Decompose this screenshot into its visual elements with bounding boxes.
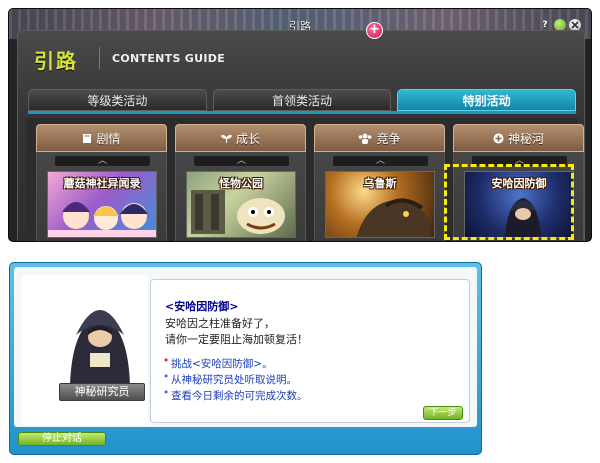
dialog-background: 神秘研究员 <安哈因防御> 安哈因之柱准备好了， 请你一定要阻止海加顿复活！ 挑… [14, 267, 477, 427]
npc-name-plate: 神秘研究员 [59, 383, 145, 401]
tab-underline [28, 111, 576, 114]
card-story: 剧情 ︿ 蘑菇神社异闻录 [36, 124, 167, 241]
collapse-arrow-icon[interactable]: ︿ [333, 156, 428, 166]
guide-header: 引路 CONTENTS GUIDE [18, 31, 584, 81]
npc-dialog: 神秘研究员 <安哈因防御> 安哈因之柱准备好了， 请你一定要阻止海加顿复活！ 挑… [9, 262, 482, 455]
card-mystic-river-label: 神秘河 [507, 131, 544, 146]
dialog-text-box: <安哈因防御> 安哈因之柱准备好了， 请你一定要阻止海加顿复活！ 挑战<安哈因防… [150, 279, 470, 423]
collapse-arrow-icon[interactable]: ︿ [55, 156, 150, 166]
guide-title-en: CONTENTS GUIDE [112, 52, 226, 65]
next-button[interactable]: 下一步 [423, 406, 463, 420]
selected-card-highlight [444, 164, 574, 240]
card-story-header[interactable]: 剧情 [36, 124, 167, 152]
end-chat-button[interactable]: 停止对话 [18, 432, 106, 446]
card-competition-header[interactable]: 竞争 [314, 124, 445, 152]
option-explanation[interactable]: 从神秘研究员处听取说明。 [163, 371, 297, 387]
plus-circle-icon [493, 133, 504, 143]
collapse-arrow-icon[interactable]: ︿ [194, 156, 289, 166]
npc-portrait-icon [70, 310, 130, 385]
card-growth-body: ︿ 怪物公园 [175, 152, 306, 241]
group-icon [359, 133, 372, 144]
tab-special-activities[interactable]: 特别活动 [397, 89, 577, 111]
thumbnail-ulus[interactable]: 乌鲁斯 [325, 171, 435, 238]
card-competition-body: ︿ 乌鲁斯 [314, 152, 445, 241]
card-story-label: 剧情 [96, 131, 121, 146]
card-mystic-river-header[interactable]: 神秘河 [453, 124, 584, 152]
card-competition: 竞争 ︿ 乌鲁斯 [314, 124, 445, 241]
tab-level-activities[interactable]: 等级类活动 [28, 89, 207, 111]
tab-boss-activities[interactable]: 首领类活动 [212, 89, 392, 111]
card-growth: 成长 ︿ 怪物公园 [175, 124, 306, 241]
npc-portrait-area: 神秘研究员 [22, 275, 148, 425]
thumb-title-mushroom-shrine: 蘑菇神社异闻录 [63, 177, 141, 190]
thumbnail-mushroom-shrine[interactable]: 蘑菇神社异闻录 [47, 171, 157, 238]
option-remaining-count[interactable]: 查看今日剩余的可完成次数。 [163, 387, 307, 403]
thumb-title-ulus: 乌鲁斯 [363, 177, 397, 190]
category-tabs: 等级类活动 首领类活动 特别活动 [28, 89, 577, 111]
card-story-body: ︿ 蘑菇神社异闻录 [36, 152, 167, 241]
thumbnail-monster-park[interactable]: 怪物公园 [186, 171, 296, 238]
new-badge-plus-icon: + [366, 22, 383, 39]
quest-title: <安哈因防御> [165, 300, 239, 313]
thumb-title-monster-park: 怪物公园 [219, 177, 263, 190]
card-growth-header[interactable]: 成长 [175, 124, 306, 152]
book-icon [83, 133, 92, 143]
dialog-line-2: 请你一定要阻止海加顿复活！ [165, 333, 308, 346]
guide-title-cn: 引路 [34, 49, 78, 73]
option-challenge[interactable]: 挑战<安哈因防御>。 [163, 355, 273, 371]
card-competition-label: 竞争 [376, 131, 401, 146]
close-x-icon [571, 21, 579, 29]
dialog-line-1: 安哈因之柱准备好了， [165, 317, 275, 330]
card-growth-label: 成长 [235, 131, 260, 146]
title-divider [99, 47, 100, 69]
sprout-icon [220, 134, 232, 143]
